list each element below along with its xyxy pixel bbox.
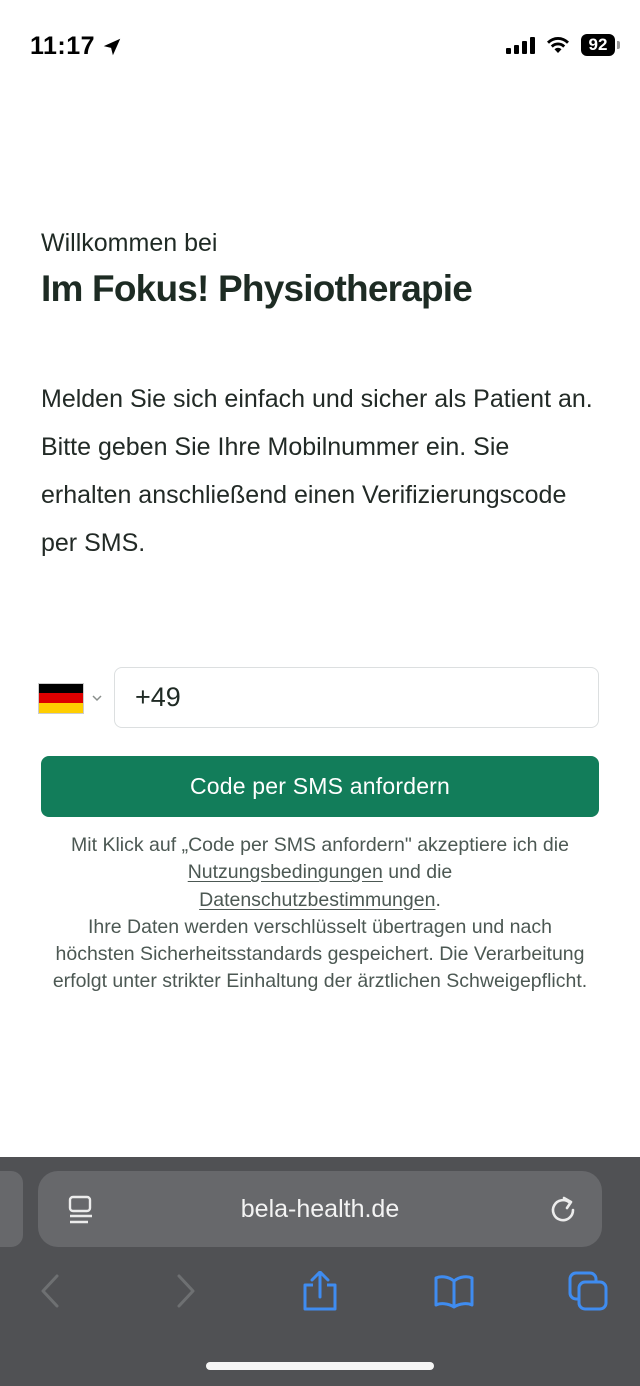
intro-text: Melden Sie sich einfach und sicher als P… xyxy=(41,375,601,567)
screen: 11:17 92 Willkommen bei Im Fokus! Physio… xyxy=(0,0,640,1386)
location-arrow-icon xyxy=(103,38,121,55)
forward-button[interactable] xyxy=(166,1269,206,1313)
intro-paragraph-2: Bitte geben Sie Ihre Mobilnummer ein. Si… xyxy=(41,433,567,557)
tabs-icon xyxy=(568,1271,608,1311)
signal-icon xyxy=(506,36,535,54)
bookmarks-button[interactable] xyxy=(434,1269,474,1313)
bookmarks-icon xyxy=(434,1275,474,1309)
battery-level: 92 xyxy=(581,34,615,56)
intro-paragraph-1: Melden Sie sich einfach und sicher als P… xyxy=(41,385,593,413)
battery-icon: 92 xyxy=(581,34,620,56)
browser-toolbar: bela-health.de xyxy=(0,1157,640,1386)
phone-row xyxy=(38,667,599,728)
disclaimer-text-2: und die xyxy=(382,861,453,884)
chevron-down-icon xyxy=(92,695,102,702)
disclaimer: Mit Klick auf „Code per SMS anfordern" a… xyxy=(50,832,590,996)
share-icon xyxy=(303,1271,337,1311)
country-select[interactable] xyxy=(38,682,108,714)
wifi-icon xyxy=(545,35,571,55)
share-button[interactable] xyxy=(300,1269,340,1313)
disclaimer-text-1: Mit Klick auf „Code per SMS anfordern" a… xyxy=(71,834,569,856)
germany-flag-icon xyxy=(38,682,84,714)
reload-icon[interactable] xyxy=(548,1193,578,1225)
back-button[interactable] xyxy=(30,1269,70,1313)
privacy-link[interactable]: Datenschutzbestimmungen xyxy=(199,889,435,911)
status-time: 11:17 xyxy=(30,32,123,61)
phone-number-input[interactable] xyxy=(114,667,599,728)
url-text: bela-health.de xyxy=(240,1195,400,1223)
disclaimer-text-3: . xyxy=(435,888,441,911)
tabs-button[interactable] xyxy=(568,1269,608,1313)
status-indicators: 92 xyxy=(506,34,620,56)
status-time-text: 11:17 xyxy=(30,32,96,60)
address-bar[interactable]: bela-health.de xyxy=(38,1171,602,1247)
forward-icon xyxy=(177,1274,195,1308)
terms-link[interactable]: Nutzungsbedingungen xyxy=(188,861,383,883)
previous-tab-peek[interactable] xyxy=(0,1171,23,1247)
status-bar: 11:17 92 xyxy=(0,0,640,92)
welcome-text: Willkommen bei xyxy=(41,229,218,257)
page-title: Im Fokus! Physiotherapie xyxy=(41,268,473,309)
home-indicator[interactable] xyxy=(206,1362,434,1370)
security-text: Ihre Daten werden verschlüsselt übertrag… xyxy=(52,915,588,993)
request-sms-code-button[interactable]: Code per SMS anfordern xyxy=(41,756,599,817)
back-icon xyxy=(41,1274,59,1308)
